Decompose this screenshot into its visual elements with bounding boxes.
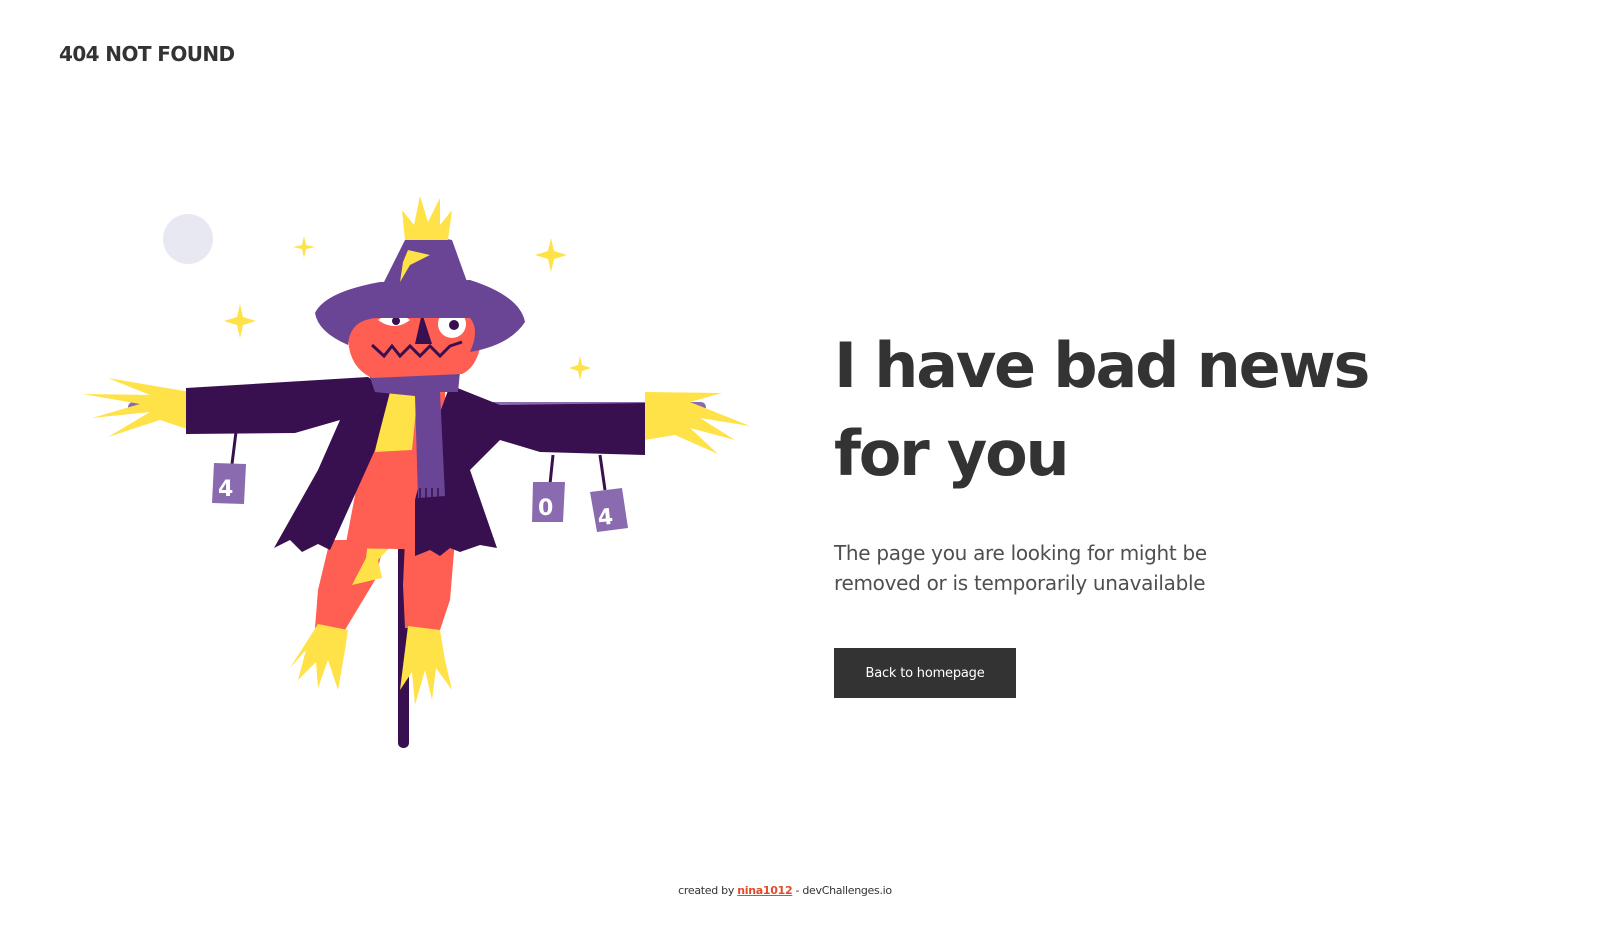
footer-prefix: created by	[678, 884, 738, 897]
page-title: I have bad news for you	[834, 329, 1370, 490]
scarecrow-illustration: 4 0 4	[83, 196, 750, 748]
page-description: The page you are looking for might be re…	[834, 541, 1207, 595]
hanging-can-right: 4	[590, 454, 628, 532]
sparkle-icon	[293, 236, 315, 258]
left-hand-straw	[83, 378, 190, 437]
moon-icon	[163, 214, 213, 264]
right-hand-straw	[645, 392, 750, 454]
author-link[interactable]: nina1012	[737, 884, 792, 897]
left-foot-straw	[290, 624, 348, 690]
can-label: 0	[538, 496, 553, 521]
footer-suffix: - devChallenges.io	[792, 884, 893, 897]
can-label: 4	[597, 505, 615, 531]
hanging-can-left: 4	[212, 431, 246, 504]
main-content: I have bad news for you The page you are…	[834, 322, 1474, 698]
hat-crown	[380, 236, 470, 290]
site-logo[interactable]: 404 NOT FOUND	[59, 40, 235, 68]
footer: created by nina1012 - devChallenges.io	[0, 884, 1570, 897]
page: 404 NOT FOUND 4 0 4 I have bad news for …	[0, 0, 1597, 947]
back-to-homepage-button[interactable]: Back to homepage	[834, 648, 1016, 698]
right-leg	[403, 540, 455, 630]
hat-straw	[402, 196, 452, 240]
sparkle-icon	[535, 238, 567, 272]
hanging-can-middle: 0	[532, 454, 565, 522]
can-label: 4	[218, 477, 233, 502]
sparkle-icon	[569, 356, 591, 380]
sparkle-icon	[224, 304, 256, 338]
coat-right	[415, 385, 645, 556]
